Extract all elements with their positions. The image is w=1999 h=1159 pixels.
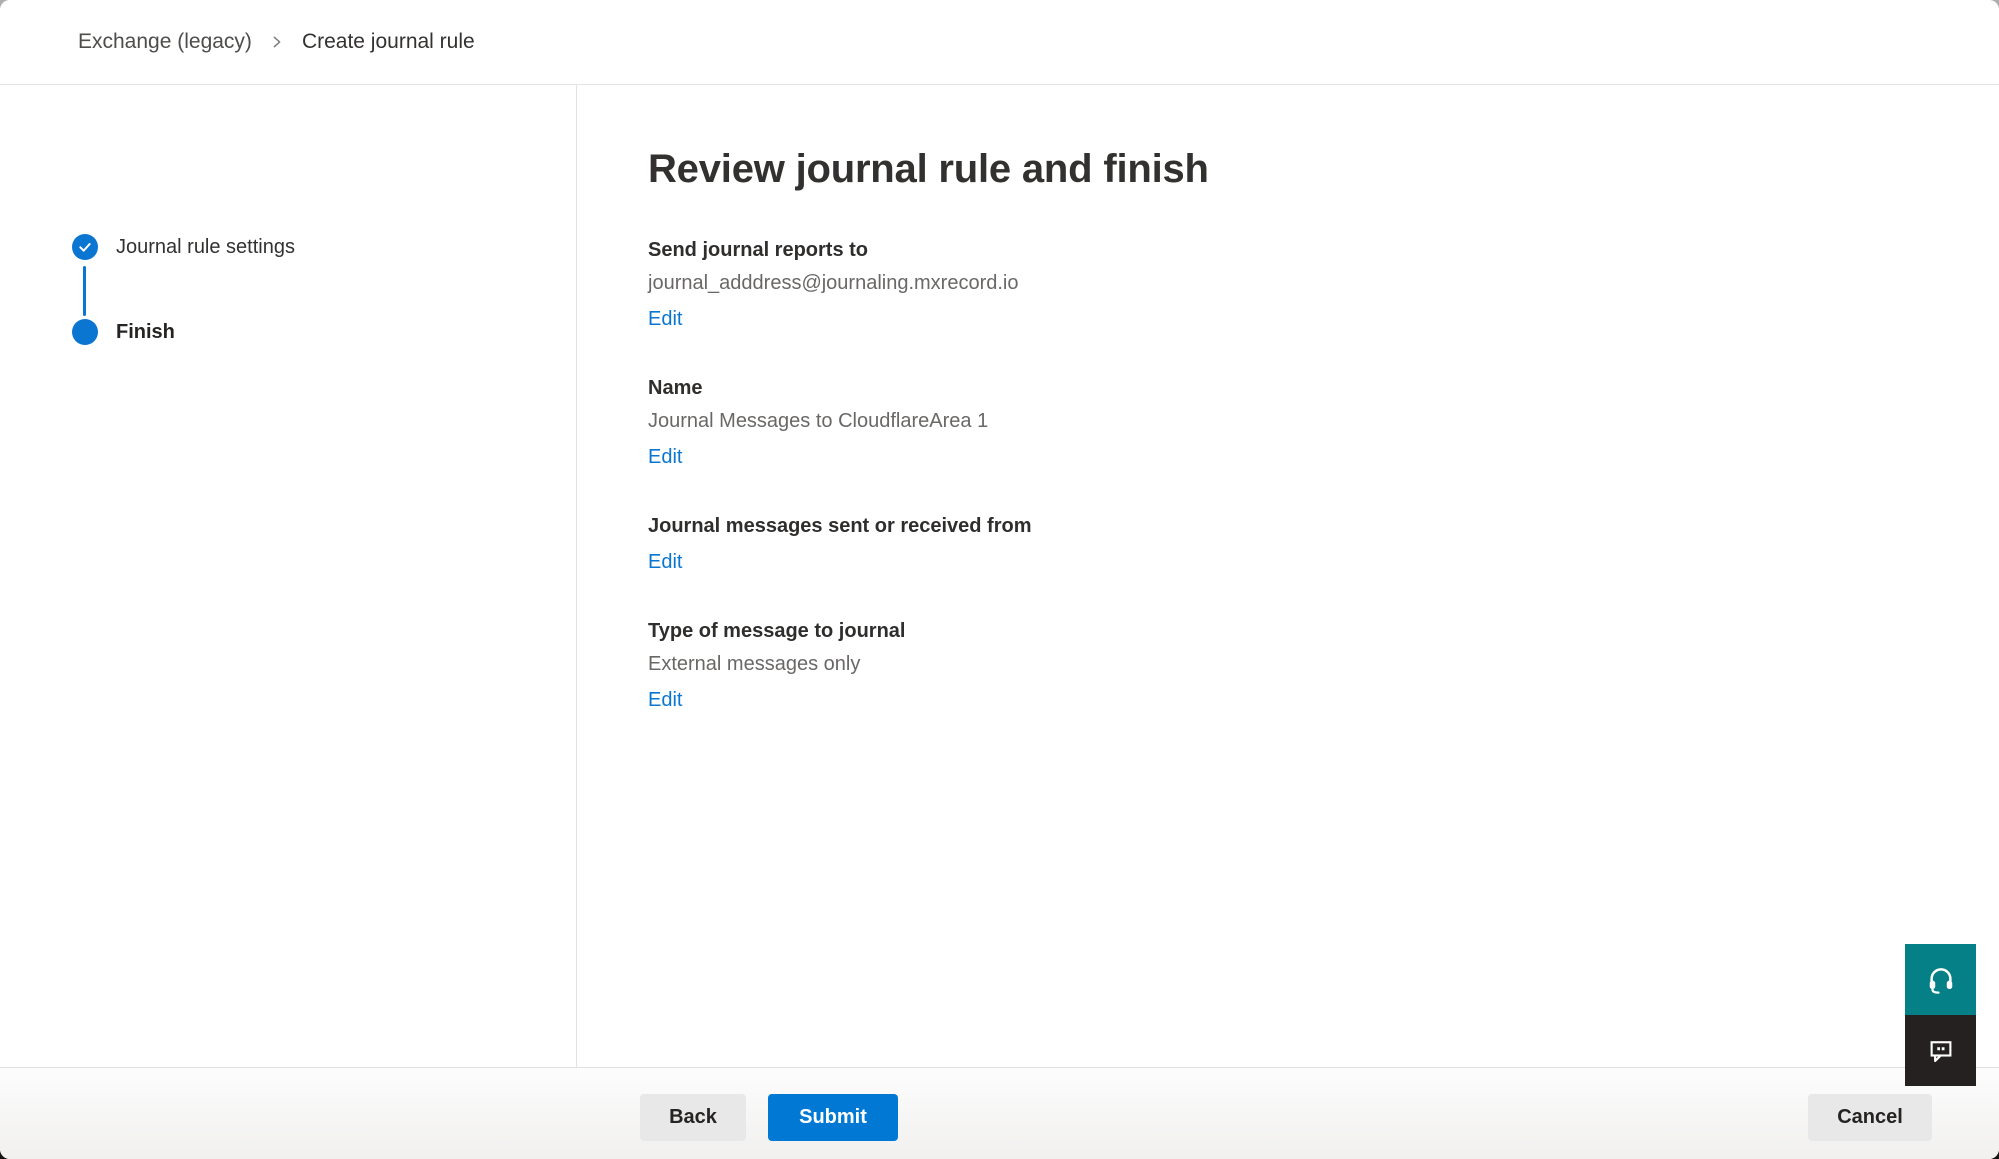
review-section-send-reports: Send journal reports to journal_adddress… bbox=[648, 237, 1828, 332]
step-journal-rule-settings[interactable]: Journal rule settings bbox=[72, 234, 295, 260]
headset-icon bbox=[1926, 965, 1956, 995]
chat-icon bbox=[1926, 1036, 1956, 1066]
chevron-right-icon bbox=[269, 34, 285, 50]
edit-message-type-link[interactable]: Edit bbox=[648, 687, 682, 713]
edit-scope-link[interactable]: Edit bbox=[648, 549, 682, 575]
field-label: Name bbox=[648, 375, 1828, 402]
review-section-name: Name Journal Messages to CloudflareArea … bbox=[648, 375, 1828, 470]
edit-name-link[interactable]: Edit bbox=[648, 444, 682, 470]
app-window: Exchange (legacy) Create journal rule Jo… bbox=[0, 0, 1999, 1159]
submit-button[interactable]: Submit bbox=[768, 1094, 898, 1141]
help-button[interactable] bbox=[1905, 944, 1976, 1015]
review-section-scope: Journal messages sent or received from E… bbox=[648, 513, 1828, 575]
breadcrumb-link-exchange-legacy[interactable]: Exchange (legacy) bbox=[78, 30, 252, 54]
review-section-message-type: Type of message to journal External mess… bbox=[648, 618, 1828, 713]
wizard-steps-panel: Journal rule settings Finish bbox=[0, 85, 577, 1067]
step-connector-line bbox=[83, 266, 86, 316]
back-button[interactable]: Back bbox=[640, 1094, 746, 1141]
feedback-button[interactable] bbox=[1905, 1015, 1976, 1086]
action-bar: Back Submit Cancel bbox=[0, 1067, 1999, 1159]
cancel-button[interactable]: Cancel bbox=[1808, 1094, 1932, 1141]
breadcrumb-current-page: Create journal rule bbox=[302, 30, 475, 54]
step-label: Journal rule settings bbox=[116, 234, 295, 260]
top-bar: Exchange (legacy) Create journal rule bbox=[0, 0, 1999, 85]
field-label: Type of message to journal bbox=[648, 618, 1828, 645]
field-label: Send journal reports to bbox=[648, 237, 1828, 264]
field-value: Journal Messages to CloudflareArea 1 bbox=[648, 408, 1828, 435]
page-title: Review journal rule and finish bbox=[648, 145, 1828, 193]
step-finish[interactable]: Finish bbox=[72, 319, 175, 345]
review-panel: Review journal rule and finish Send jour… bbox=[648, 85, 1828, 756]
field-value: journal_adddress@journaling.mxrecord.io bbox=[648, 270, 1828, 297]
edit-send-reports-link[interactable]: Edit bbox=[648, 306, 682, 332]
check-icon bbox=[72, 234, 98, 260]
step-label: Finish bbox=[116, 319, 175, 345]
field-value: External messages only bbox=[648, 651, 1828, 678]
field-label: Journal messages sent or received from bbox=[648, 513, 1828, 540]
filled-dot-icon bbox=[72, 319, 98, 345]
